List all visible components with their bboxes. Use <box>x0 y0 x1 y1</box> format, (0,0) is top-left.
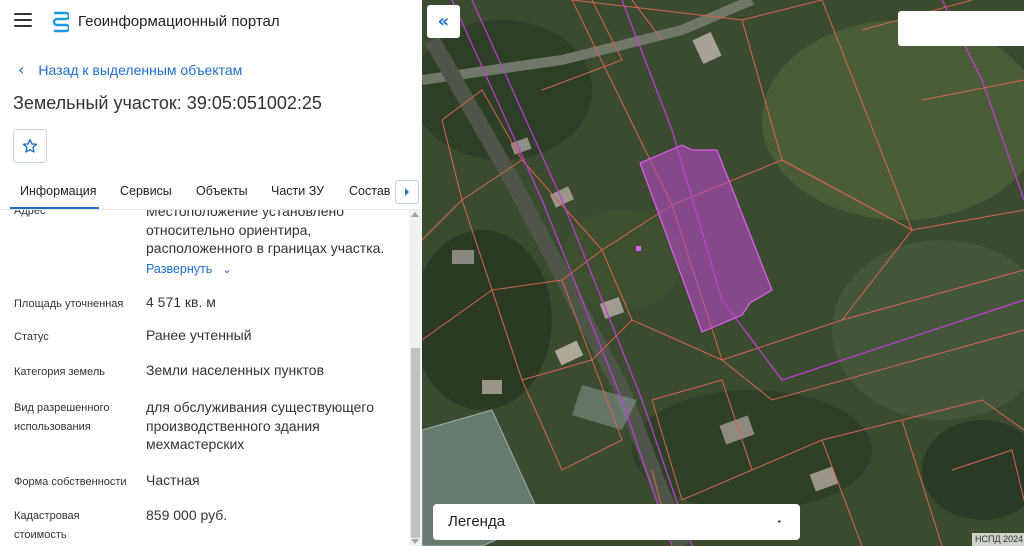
map-attribution: НСПД 2024 <box>972 533 1024 546</box>
sidebar: Геоинформационный портал ‹ Назад к выдел… <box>0 0 422 546</box>
app-title: Геоинформационный портал <box>78 13 280 30</box>
scrollbar[interactable] <box>409 210 422 546</box>
top-bar: Геоинформационный портал <box>0 0 422 44</box>
tab-services[interactable]: Сервисы <box>120 184 172 198</box>
tab-information[interactable]: Информация <box>20 184 97 198</box>
active-tab-indicator <box>10 207 99 209</box>
favorite-button[interactable] <box>13 129 47 163</box>
address-label: Адрес <box>14 210 46 217</box>
unfold-icon[interactable]: ‸ ˇ <box>777 511 783 531</box>
map-view[interactable]: « Легенда ‸ ˇ НСПД 2024 <box>422 0 1024 546</box>
tab-bar: Информация Сервисы Объекты Части ЗУ Сост… <box>0 176 422 210</box>
legend-label: Легенда <box>448 513 506 530</box>
cadastral-value-value: 859 000 руб. <box>146 507 228 523</box>
tab-composition[interactable]: Состав <box>349 184 390 198</box>
expand-label: Развернуть <box>146 262 213 276</box>
ownership-label: Форма собственности <box>14 476 127 488</box>
cadastral-value-label: Кадастровая стоимость <box>14 510 80 541</box>
scroll-thumb[interactable] <box>411 348 420 538</box>
scroll-up-arrow[interactable] <box>411 212 419 217</box>
satellite-map[interactable] <box>422 0 1024 546</box>
back-link-label: Назад к выделенным объектам <box>38 61 243 78</box>
star-icon <box>22 139 38 153</box>
legend-panel[interactable]: Легенда ‸ ˇ <box>433 504 800 540</box>
collapse-panel-button[interactable]: « <box>427 5 460 38</box>
category-label: Категория земель <box>14 366 105 378</box>
area-label: Площадь уточненная <box>14 298 124 310</box>
status-value: Ранее учтенный <box>146 327 252 343</box>
address-value: Местоположение установлено относительно … <box>146 210 385 256</box>
chevron-left-icon: ‹ <box>18 60 25 79</box>
info-panel: Адрес Местоположение установлено относит… <box>0 210 408 546</box>
logo-icon <box>52 11 69 33</box>
page-title: Земельный участок: 39:05:051002:25 <box>13 93 322 113</box>
tabs-next-button[interactable] <box>395 180 419 204</box>
permitted-use-value: для обслуживания существующего производс… <box>146 399 374 452</box>
ownership-value: Частная <box>146 472 200 488</box>
area-value: 4 571 кв. м <box>146 294 216 310</box>
back-link[interactable]: ‹ Назад к выделенным объектам <box>18 60 242 79</box>
chevron-right-icon <box>405 188 409 196</box>
expand-button[interactable]: Развернуть ⌄ <box>146 262 231 276</box>
menu-icon[interactable] <box>14 13 32 29</box>
tab-parcel-parts[interactable]: Части ЗУ <box>271 184 324 198</box>
double-chevron-left-icon: « <box>437 11 450 32</box>
category-value: Земли населенных пунктов <box>146 362 325 378</box>
chevron-down-icon: ⌄ <box>222 262 232 276</box>
scroll-down-arrow[interactable] <box>411 539 419 544</box>
permitted-use-label: Вид разрешенного использования <box>14 402 110 433</box>
map-search-input[interactable] <box>898 11 1024 46</box>
status-label: Статус <box>14 331 49 343</box>
tab-objects[interactable]: Объекты <box>196 184 248 198</box>
